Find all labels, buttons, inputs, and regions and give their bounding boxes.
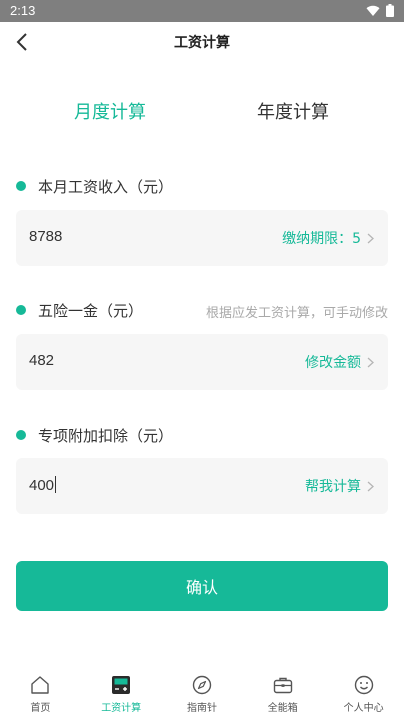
nav-bar: 工资计算 — [0, 22, 404, 62]
insurance-label: 五险一金（元） — [38, 301, 144, 320]
tab-compass[interactable]: 指南针 — [162, 668, 243, 720]
income-label-row: 本月工资收入（元） — [16, 176, 173, 196]
deduction-value: 400 — [29, 477, 55, 494]
chevron-right-icon — [367, 481, 374, 491]
calc-mode-tabs: 月度计算 年度计算 — [0, 98, 404, 132]
battery-icon — [386, 4, 394, 17]
modify-amount-label: 修改金额 — [305, 355, 361, 371]
deduction-label: 专项附加扣除（元） — [38, 426, 174, 445]
insurance-input[interactable]: 482 — [29, 352, 54, 369]
deduction-input-box[interactable]: 400 帮我计算 — [16, 458, 388, 514]
payment-period-label: 缴纳期限：5 — [282, 231, 361, 247]
bullet-dot — [16, 181, 26, 191]
tab-home[interactable]: 首页 — [0, 668, 81, 720]
status-bar: 2:13 — [0, 0, 404, 22]
bullet-dot — [16, 430, 26, 440]
chevron-right-icon — [367, 357, 374, 367]
wifi-icon — [366, 5, 380, 16]
income-input-box[interactable]: 8788 缴纳期限：5 — [16, 210, 388, 266]
tab-toolbox-label: 全能箱 — [267, 703, 298, 714]
tab-salary-calc-label: 工资计算 — [101, 703, 142, 714]
smiley-icon — [354, 675, 373, 695]
income-input[interactable]: 8788 — [29, 228, 62, 245]
tab-profile[interactable]: 个人中心 — [323, 668, 404, 720]
status-icons — [366, 4, 394, 17]
deduction-input[interactable]: 400 — [29, 476, 57, 494]
income-label: 本月工资收入（元） — [38, 177, 174, 196]
insurance-input-box[interactable]: 482 修改金额 — [16, 334, 388, 390]
tab-profile-label: 个人中心 — [343, 703, 384, 714]
tab-salary-calc[interactable]: 工资计算 — [81, 668, 162, 720]
calculator-icon — [112, 676, 131, 694]
insurance-hint: 根据应发工资计算，可手动修改 — [205, 306, 388, 321]
text-caret — [55, 476, 57, 493]
insurance-label-row: 五险一金（元） — [16, 300, 143, 320]
bullet-dot — [16, 305, 26, 315]
tab-monthly[interactable]: 月度计算 — [74, 98, 146, 124]
help-calculate-button[interactable]: 帮我计算 — [305, 476, 374, 496]
tab-yearly[interactable]: 年度计算 — [257, 98, 329, 124]
tab-home-label: 首页 — [30, 703, 51, 714]
confirm-button[interactable]: 确认 — [16, 561, 388, 611]
modify-amount-button[interactable]: 修改金额 — [305, 352, 374, 372]
payment-period-button[interactable]: 缴纳期限：5 — [282, 228, 374, 248]
deduction-label-row: 专项附加扣除（元） — [16, 425, 173, 445]
home-icon — [31, 676, 50, 694]
bottom-tab-bar: 首页 工资计算 指南针 全能箱 个人中心 — [0, 668, 404, 720]
page-title: 工资计算 — [174, 35, 230, 51]
status-time: 2:13 — [10, 3, 36, 18]
help-calculate-label: 帮我计算 — [305, 479, 361, 495]
compass-icon — [192, 675, 212, 695]
tab-compass-label: 指南针 — [186, 703, 217, 714]
chevron-right-icon — [367, 233, 374, 243]
toolbox-icon — [273, 677, 292, 694]
tab-toolbox[interactable]: 全能箱 — [242, 668, 323, 720]
